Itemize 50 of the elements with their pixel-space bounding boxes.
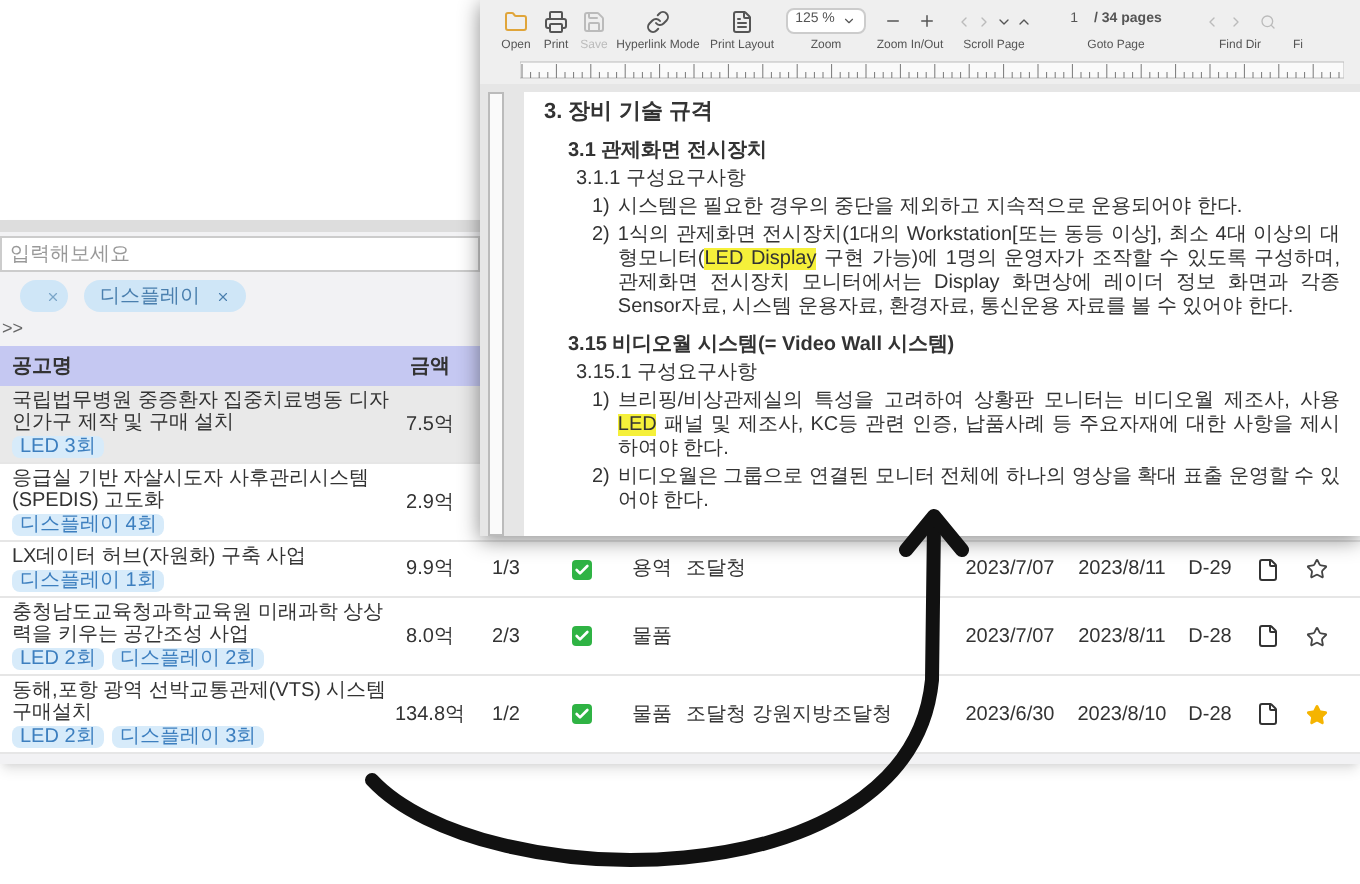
keyword-tag: 디스플레이 4회	[12, 514, 165, 536]
notice-title[interactable]: LX데이터 허브(자원화) 구축 사업	[12, 546, 390, 568]
keyword-tag: LED 3회	[12, 436, 104, 458]
clause-heading: 3.15.1 구성요구사항	[576, 362, 760, 386]
requirement-text: 비디오월은 그룹으로 연결된 모니터 전체에 하나의 영상을 확대 표출 운영할 수 있어야 한다.	[617, 466, 1340, 514]
section-heading: 3. 장비 기술 규격	[544, 100, 715, 126]
notice-title[interactable]: 응급실 기반 자살시도자 사후관리시스템(SPEDIS) 고도화	[12, 468, 390, 512]
type-cell-text: 용역	[630, 556, 674, 584]
keyword-tag: LED 2회	[12, 648, 104, 670]
column-header[interactable]: 금액	[390, 351, 470, 381]
end-date-cell-text: 2023/8/11	[1076, 556, 1168, 584]
notice-title[interactable]: 충청남도교육청과학교육원 미래과학 상상력을 키우는 공간조성 사업	[12, 602, 390, 646]
notice-title[interactable]: 국립법무병원 중증환자 집중치료병동 디자인가구 제작 및 구매 설치	[12, 390, 390, 434]
d-day-cell-text: D-28	[1186, 623, 1234, 651]
keyword-tag: 디스플레이 2회	[111, 648, 265, 670]
column-header[interactable]: 공고명	[0, 351, 390, 381]
holding-cell-text: 1/3	[490, 556, 522, 584]
d-day-cell-text: D-29	[1186, 556, 1234, 584]
clause-heading: 3.1.1 구성요구사항	[576, 168, 749, 192]
requirement-text: 시스템은 필요한 경우의 중단을 제외하고 지속적으로 운용되어야 한다.	[617, 196, 1243, 220]
amount-cell-text: 8.0억	[404, 623, 456, 651]
keyword-tag: 디스플레이 1회	[12, 570, 165, 592]
amount-cell-text: 134.8억	[392, 701, 468, 729]
search-field[interactable]: 입력해보세요	[0, 236, 480, 272]
keyword-tag: 디스플레이 3회	[111, 726, 265, 748]
holding-cell-text: 2/3	[490, 623, 522, 651]
holding-cell-text: 1/2	[490, 701, 522, 729]
item-number: 1)	[592, 390, 610, 416]
end-date-cell-text: 2023/8/11	[1076, 623, 1168, 651]
agency-cell-text: 조달청	[684, 556, 748, 584]
keyword-tag: LED 2회	[12, 726, 104, 748]
subsection-heading: 3.1 관제화면 전시장치	[568, 140, 769, 164]
amount-cell-text: 7.5억	[404, 411, 456, 439]
type-cell-text: 물품	[630, 701, 674, 729]
page-nav-link[interactable]: >>	[2, 318, 24, 340]
start-date-cell-text: 2023/7/07	[963, 556, 1057, 584]
requirement-text: 브리핑/비상관제실의 특성을 고려하여 상황판 모니터는 비디오월 제조사, 사용 LED 패널 및 제조사, KC등 관련 인증, 납품사례 등 주요자재에 대한 사항을 제시하여야 한다.	[617, 390, 1340, 462]
amount-cell-text: 2.9억	[404, 489, 456, 517]
start-date-cell-text: 2023/7/07	[963, 623, 1057, 651]
type-cell-text: 물품	[630, 623, 674, 651]
item-number: 2)	[592, 224, 610, 250]
amount-cell-text: 9.9억	[404, 556, 456, 584]
item-number: 1)	[592, 196, 610, 220]
end-date-cell-text: 2023/8/10	[1075, 701, 1169, 729]
start-date-cell-text: 2023/6/30	[963, 701, 1057, 729]
notice-title[interactable]: 동해,포항 광역 선박교통관제(VTS) 시스템 구매설치	[12, 680, 390, 724]
agency-cell-text: 조달청 강원지방조달청	[684, 701, 894, 729]
item-number: 2)	[592, 466, 610, 492]
subsection-heading: 3.15 비디오월 시스템(= Video Wall 시스템)	[568, 334, 957, 358]
d-day-cell-text: D-28	[1186, 701, 1234, 729]
